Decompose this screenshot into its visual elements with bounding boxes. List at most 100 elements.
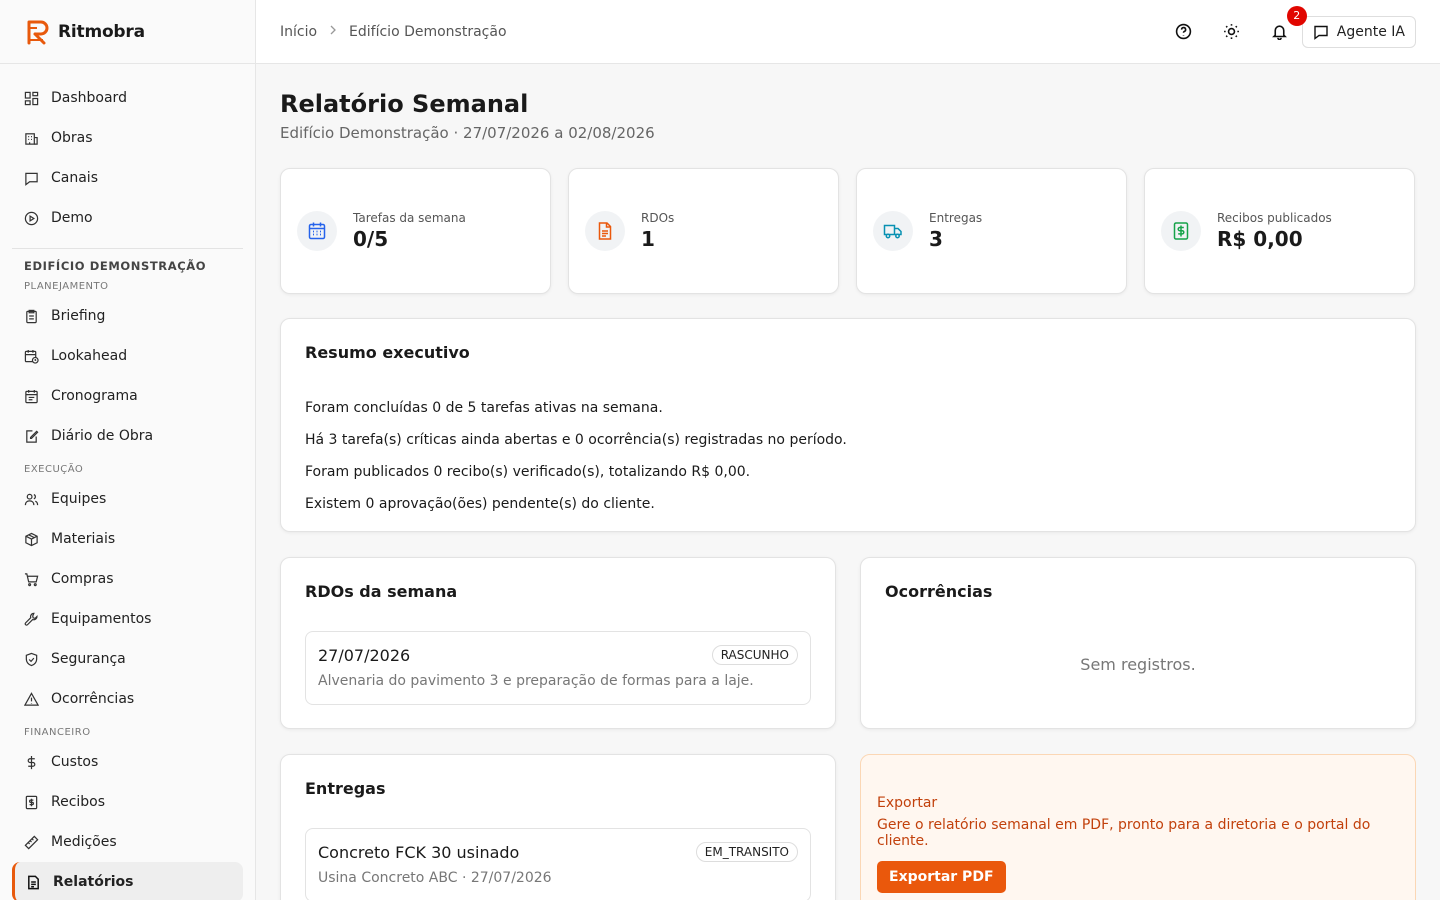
dollar-icon xyxy=(1161,211,1201,251)
executive-summary-card: Resumo executivo Foram concluídas 0 de 5… xyxy=(280,318,1416,532)
chevron-right-icon xyxy=(327,24,339,40)
shield-icon xyxy=(25,652,38,666)
sidebar-item-medicoes[interactable]: Medições xyxy=(12,822,243,862)
sidebar-item-label: Equipes xyxy=(51,491,107,507)
nav-divider xyxy=(12,248,243,249)
entregas-card: Entregas Concreto FCK 30 usinado Usina C… xyxy=(280,754,836,900)
brand-name: Ritmobra xyxy=(58,21,145,42)
clipboard-icon xyxy=(26,309,37,323)
sidebar-item-demo[interactable]: Demo xyxy=(12,198,243,238)
sidebar-item-canais[interactable]: Canais xyxy=(12,158,243,198)
sidebar-item-equipamentos[interactable]: Equipamentos xyxy=(12,599,243,639)
chat-icon xyxy=(1314,25,1328,40)
sidebar-item-label: Demo xyxy=(51,210,93,226)
breadcrumb-current: Edifício Demonstração xyxy=(349,23,507,40)
stat-value: 3 xyxy=(929,227,943,251)
stat-card-tarefas: Tarefas da semana 0/5 xyxy=(280,168,551,294)
calendar-icon xyxy=(297,211,337,251)
ocorrencias-title: Ocorrências xyxy=(885,582,993,601)
theme-toggle-button[interactable] xyxy=(1220,20,1244,44)
summary-line: Existem 0 aprovação(ões) pendente(s) do … xyxy=(305,496,655,512)
rdo-description: Alvenaria do pavimento 3 e preparação de… xyxy=(318,673,754,689)
sidebar-nav: Dashboard Obras Canais Demo EDIFÍCIO DEM… xyxy=(0,64,255,900)
row-rdos-ocorrencias: RDOs da semana 27/07/2026 Alvenaria do p… xyxy=(280,557,1416,729)
agent-ia-button[interactable]: Agente IA xyxy=(1301,15,1416,48)
export-description: Gere o relatório semanal em PDF, pronto … xyxy=(877,817,1371,849)
delivery-meta: Usina Concreto ABC · 27/07/2026 xyxy=(318,870,552,886)
sidebar-item-recibos[interactable]: Recibos xyxy=(12,782,243,822)
summary-title: Resumo executivo xyxy=(305,343,470,362)
breadcrumb-home[interactable]: Início xyxy=(280,24,317,40)
users-icon xyxy=(24,493,39,505)
bell-icon xyxy=(1272,25,1288,40)
sidebar-item-compras[interactable]: Compras xyxy=(12,559,243,599)
list-item[interactable]: 27/07/2026 Alvenaria do pavimento 3 e pr… xyxy=(305,631,811,705)
sidebar-item-briefing[interactable]: Briefing xyxy=(12,296,243,336)
status-badge: EM_TRANSITO xyxy=(695,842,798,862)
building-icon xyxy=(25,132,38,145)
sidebar-item-seguranca[interactable]: Segurança xyxy=(12,639,243,679)
sidebar-item-label: Recibos xyxy=(51,794,106,810)
sidebar-item-dashboard[interactable]: Dashboard xyxy=(12,78,243,118)
ocorrencias-card: Ocorrências Sem registros. xyxy=(860,557,1416,729)
export-title: Exportar xyxy=(877,795,938,811)
top-header: Início Edifício Demonstração 2 Agente IA xyxy=(256,0,1440,64)
sidebar-item-label: Segurança xyxy=(51,651,126,667)
stat-value: 1 xyxy=(641,227,655,251)
list-item[interactable]: Concreto FCK 30 usinado Usina Concreto A… xyxy=(305,828,811,900)
stat-label: Recibos publicados xyxy=(1217,211,1332,225)
sidebar-item-label: Diário de Obra xyxy=(51,428,154,444)
page-title: Relatório Semanal xyxy=(280,90,529,118)
header-actions: 2 Agente IA xyxy=(1172,5,1416,48)
summary-line: Foram publicados 0 recibo(s) verificado(… xyxy=(305,464,751,480)
sidebar-item-materiais[interactable]: Materiais xyxy=(12,519,243,559)
stat-card-rdos: RDOs 1 xyxy=(568,168,839,294)
sidebar-item-label: Materiais xyxy=(51,531,116,547)
group-title-execucao: EXECUÇÃO xyxy=(24,464,84,475)
sidebar-item-label: Compras xyxy=(51,571,114,587)
notifications-button[interactable]: 2 xyxy=(1268,5,1307,44)
export-card: Exportar Gere o relatório semanal em PDF… xyxy=(860,754,1416,900)
breadcrumb: Início Edifício Demonstração xyxy=(280,24,507,40)
rdos-title: RDOs da semana xyxy=(305,582,458,601)
sidebar-item-diario-de-obra[interactable]: Diário de Obra xyxy=(12,416,243,456)
group-title-financeiro: FINANCEIRO xyxy=(24,727,91,738)
package-icon xyxy=(25,532,38,546)
stat-value: R$ 0,00 xyxy=(1217,227,1303,251)
stat-label: Entregas xyxy=(929,211,983,225)
brand[interactable]: Ritmobra xyxy=(0,0,255,64)
sidebar-item-ocorrencias[interactable]: Ocorrências xyxy=(12,679,243,719)
help-icon xyxy=(1176,23,1192,40)
agent-ia-label: Agente IA xyxy=(1336,23,1405,40)
help-button[interactable] xyxy=(1172,20,1196,44)
summary-line: Foram concluídas 0 de 5 tarefas ativas n… xyxy=(305,400,663,416)
wrench-icon xyxy=(24,612,38,626)
ruler-icon xyxy=(24,835,39,849)
status-badge: RASCUNHO xyxy=(711,645,798,665)
chat-icon xyxy=(25,172,38,186)
sidebar-item-label: Relatórios xyxy=(53,874,134,890)
sidebar-item-obras[interactable]: Obras xyxy=(12,118,243,158)
sidebar-item-equipes[interactable]: Equipes xyxy=(12,479,243,519)
group-title-planejamento: PLANEJAMENTO xyxy=(24,281,109,292)
summary-line: Há 3 tarefa(s) críticas ainda abertas e … xyxy=(305,432,847,448)
sidebar-item-custos[interactable]: Custos xyxy=(12,742,243,782)
entregas-title: Entregas xyxy=(305,779,386,798)
cart-icon xyxy=(24,572,39,586)
sidebar-item-label: Canais xyxy=(51,170,98,186)
export-pdf-button[interactable]: Exportar PDF xyxy=(877,861,1006,893)
dashboard-icon xyxy=(24,91,39,105)
sidebar-item-lookahead[interactable]: Lookahead xyxy=(12,336,243,376)
sidebar-item-relatorios[interactable]: Relatórios xyxy=(12,862,243,900)
truck-icon xyxy=(873,211,913,251)
edit-document-icon xyxy=(26,429,39,443)
sidebar-item-label: Dashboard xyxy=(51,90,127,106)
sidebar: Ritmobra Dashboard Obras Canais Demo EDI… xyxy=(0,0,256,900)
summary-lines: Foram concluídas 0 de 5 tarefas ativas n… xyxy=(305,392,1391,520)
play-icon xyxy=(24,211,39,225)
calendar-clock-icon xyxy=(24,349,39,364)
document-icon xyxy=(585,211,625,251)
row-entregas-export: Entregas Concreto FCK 30 usinado Usina C… xyxy=(280,754,1416,900)
main-content: Relatório Semanal Edifício Demonstração … xyxy=(280,64,1416,900)
sidebar-item-cronograma[interactable]: Cronograma xyxy=(12,376,243,416)
